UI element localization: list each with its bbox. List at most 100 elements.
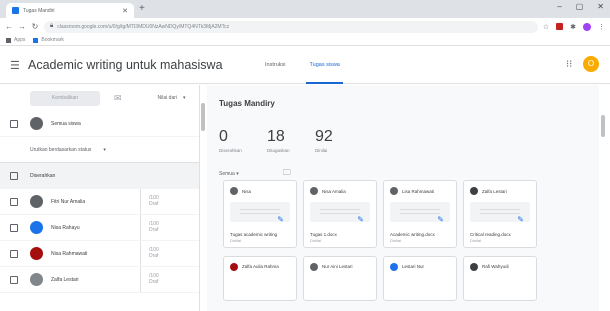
student-avatar: [30, 195, 43, 208]
maximize-icon[interactable]: ▢: [576, 2, 584, 11]
tab-student-work[interactable]: Tugas siswa: [306, 47, 344, 84]
student-name: Nisa Rahayu: [51, 224, 80, 231]
apps-grid-icon[interactable]: ⁝⁝: [566, 59, 572, 70]
file-name: Tugas 1.docx: [310, 232, 337, 237]
card-student-name: Zalfa Lestari: [482, 188, 507, 194]
class-title[interactable]: Academic writing untuk mahasiswa: [28, 58, 223, 72]
grade-select[interactable]: Nilai dari ▾: [158, 95, 186, 101]
classroom-header: ☰ Academic writing untuk mahasiswa Instr…: [0, 47, 610, 84]
browser-tab[interactable]: Tugas Mandiri ✕: [6, 3, 134, 18]
tab-instructions[interactable]: Instruksi: [262, 47, 288, 84]
back-icon[interactable]: ←: [5, 22, 13, 31]
card-avatar: [470, 263, 478, 271]
student-row[interactable]: Zalfa Lestari /100 Draf: [0, 267, 199, 293]
menu-icon[interactable]: ☰: [10, 59, 20, 72]
student-avatar: [30, 247, 43, 260]
extension-icon[interactable]: [556, 23, 564, 30]
extensions-puzzle-icon[interactable]: ✱: [570, 23, 576, 31]
group-label: Diserahkan: [30, 173, 56, 179]
filter-select[interactable]: Semua ▾: [219, 171, 239, 177]
student-grade[interactable]: /100 Draf: [149, 247, 159, 259]
user-avatar[interactable]: O: [583, 56, 599, 72]
stat-label: Diserahkan: [219, 148, 242, 153]
card-student-name: Lestari Nur: [402, 264, 425, 269]
submission-card[interactable]: Nisa Amalia ✎ Tugas 1.docx Dinilai: [303, 180, 377, 248]
card-student-name: Lisa Rahmawati: [402, 188, 435, 194]
student-row[interactable]: Nisa Rahayu /100 Draf: [0, 215, 199, 241]
student-grade[interactable]: /100 Draf: [149, 195, 159, 207]
column-divider: [140, 189, 141, 214]
browser-tab-title: Tugas Mandiri: [23, 7, 55, 14]
sort-label: Urutkan berdasarkan status: [30, 146, 92, 153]
stat-value: 0: [219, 128, 228, 145]
profile-avatar-icon[interactable]: [583, 22, 591, 31]
card-student-name: Nisa Amalia: [322, 188, 346, 194]
student-grade[interactable]: /100 Draf: [149, 221, 159, 233]
all-students-row[interactable]: Semua siswa: [0, 111, 199, 137]
stat-value: 18: [267, 128, 285, 145]
bookmark-item[interactable]: Bookmark: [33, 37, 64, 43]
card-avatar: [470, 187, 478, 195]
file-status: Dinilai: [310, 238, 321, 243]
submission-card[interactable]: Nisa ✎ Tugas academic writing Dinilai: [223, 180, 297, 248]
star-icon[interactable]: ☆: [543, 23, 549, 31]
address-bar[interactable]: 🔒︎ classroom.google.com/u/0/g/tg/MTI3MDU…: [44, 20, 538, 33]
submission-card[interactable]: Zalfa Lestari ✎ Critical reading.docx Di…: [463, 180, 537, 248]
folder-icon[interactable]: 🗀︎: [283, 167, 291, 181]
more-menu-icon[interactable]: ⋮: [598, 23, 605, 31]
submission-card[interactable]: Rafi Wahyudi: [463, 256, 537, 301]
student-checkbox[interactable]: [10, 275, 18, 284]
attachment-icon: ✎: [277, 215, 284, 224]
bookmark-icon: [33, 37, 39, 43]
student-name: Nisa Rahmawati: [51, 250, 88, 257]
student-list-scrollbar[interactable]: [201, 103, 205, 131]
browser-tab-bar: Tugas Mandiri ✕ + – ▢ ✕: [0, 0, 610, 18]
file-name: Academic writing.docx: [390, 232, 435, 237]
student-checkbox[interactable]: [10, 197, 18, 206]
attachment-icon: ✎: [357, 215, 364, 224]
student-row[interactable]: Fitri Nur Amalia /100 Draf: [0, 189, 199, 215]
forward-icon[interactable]: →: [18, 22, 26, 31]
file-status: Dinilai: [470, 238, 481, 243]
return-button[interactable]: Kembalikan: [30, 90, 100, 106]
attachment-icon: ✎: [437, 215, 444, 224]
submission-card[interactable]: Zalfa Aulia Rahma: [223, 256, 297, 301]
group-header[interactable]: Diserahkan: [0, 163, 199, 189]
lock-icon: 🔒︎: [50, 23, 54, 29]
classroom-favicon-icon: [12, 7, 19, 14]
select-all-checkbox[interactable]: [10, 119, 18, 128]
sort-row[interactable]: Urutkan berdasarkan status ▾: [0, 137, 199, 163]
attachment-icon: ✎: [517, 215, 524, 224]
close-window-icon[interactable]: ✕: [597, 2, 604, 11]
submission-cards: Nisa ✎ Tugas academic writing Dinilai Ni…: [223, 180, 537, 301]
bookmark-apps[interactable]: Apps: [6, 37, 25, 43]
card-avatar: [390, 187, 398, 195]
student-checkbox[interactable]: [10, 249, 18, 258]
assignment-panel-scrollbar[interactable]: [601, 115, 605, 137]
file-status: Dinilai: [390, 238, 401, 243]
new-tab-icon[interactable]: +: [139, 3, 145, 15]
card-avatar: [390, 263, 398, 271]
close-tab-icon[interactable]: ✕: [122, 7, 128, 15]
group-checkbox[interactable]: [10, 172, 18, 180]
mail-icon[interactable]: ✉: [114, 93, 122, 104]
minimize-icon[interactable]: –: [557, 2, 561, 11]
stat-value: 92: [315, 128, 333, 145]
card-avatar: [230, 187, 238, 195]
submission-card[interactable]: Lestari Nur: [383, 256, 457, 301]
card-avatar: [310, 187, 318, 195]
submission-card[interactable]: Nur Aini Lestari: [303, 256, 377, 301]
reload-icon[interactable]: ↻: [31, 22, 39, 31]
student-grade[interactable]: /100 Draf: [149, 273, 159, 285]
student-name: Fitri Nur Amalia: [51, 198, 86, 205]
card-student-name: Nisa: [242, 188, 252, 194]
submission-stats: 0 Diserahkan 18 Ditugaskan 92 Dinilai: [219, 128, 343, 154]
window-controls: – ▢ ✕: [557, 2, 604, 11]
card-student-name: Nur Aini Lestari: [322, 264, 353, 269]
column-divider: [140, 241, 141, 266]
all-students-label: Semua siswa: [51, 120, 81, 127]
submission-card[interactable]: Lisa Rahmawati ✎ Academic writing.docx D…: [383, 180, 457, 248]
student-row[interactable]: Nisa Rahmawati /100 Draf: [0, 241, 199, 267]
student-checkbox[interactable]: [10, 223, 18, 232]
chevron-down-icon: ▾: [236, 171, 239, 177]
